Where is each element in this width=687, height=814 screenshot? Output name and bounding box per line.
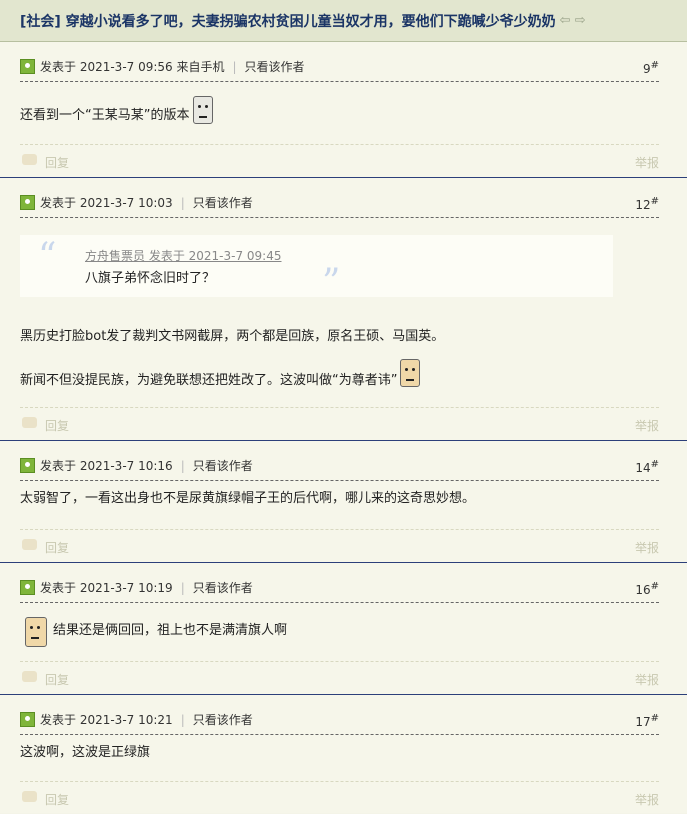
- divider: [20, 781, 659, 782]
- post-header: 发表于 2021-3-7 10:03 | 只看该作者 12#: [0, 178, 687, 222]
- post-header: 发表于 2021-3-7 10:16 | 只看该作者 14#: [0, 441, 687, 485]
- post-footer: 回复 举报: [0, 778, 687, 814]
- divider: [20, 144, 659, 145]
- reply-icon[interactable]: [22, 154, 37, 165]
- floor-number[interactable]: 9#: [643, 60, 659, 76]
- only-author-link[interactable]: 只看该作者: [193, 196, 253, 210]
- report-button[interactable]: 举报: [635, 417, 659, 434]
- reply-icon[interactable]: [22, 791, 37, 802]
- post-time: 发表于 2021-3-7 10:19: [40, 581, 173, 595]
- post-floor-9: 发表于 2021-3-7 09:56 来自手机 | 只看该作者 9# 还看到一个“王…: [0, 42, 687, 178]
- reply-button[interactable]: 回复: [45, 671, 69, 688]
- divider: [20, 407, 659, 408]
- post-time: 发表于 2021-3-7 10:16: [40, 459, 173, 473]
- divider: [20, 529, 659, 530]
- divider: [20, 734, 659, 735]
- post-floor-16: 发表于 2021-3-7 10:19 | 只看该作者 16# 结果还是俩回回，祖上也…: [0, 563, 687, 695]
- reply-icon[interactable]: [22, 671, 37, 682]
- post-meta: 发表于 2021-3-7 10:21 | 只看该作者: [40, 713, 253, 727]
- report-button[interactable]: 举报: [635, 154, 659, 171]
- report-button[interactable]: 举报: [635, 539, 659, 556]
- reply-button[interactable]: 回复: [45, 539, 69, 556]
- divider: [20, 661, 659, 662]
- reply-button[interactable]: 回复: [45, 791, 69, 808]
- floor-number[interactable]: 16#: [635, 581, 659, 597]
- post-header: 发表于 2021-3-7 10:21 | 只看该作者 17#: [0, 695, 687, 739]
- post-text: 结果还是俩回回，祖上也不是满清旗人啊: [25, 611, 667, 647]
- emoticon-icon: [193, 96, 214, 124]
- only-author-link[interactable]: 只看该作者: [245, 60, 305, 74]
- user-avatar-icon[interactable]: [20, 458, 35, 473]
- quote-block: “ 方舟售票员 发表于 2021-3-7 09:45 八旗子弟怀念旧时了？ ”: [20, 235, 613, 303]
- post-content: 这波啊，这波是正绿旗: [0, 739, 687, 778]
- only-author-link[interactable]: 只看该作者: [193, 713, 253, 727]
- divider: [20, 217, 659, 218]
- reply-button[interactable]: 回复: [45, 417, 69, 434]
- divider: [20, 480, 659, 481]
- emoticon-icon: [400, 359, 421, 387]
- post-text: 新闻不但没提民族，为避免联想还把姓改了。这波叫做“为尊者讳”: [20, 359, 667, 391]
- report-button[interactable]: 举报: [635, 791, 659, 808]
- prev-thread-icon[interactable]: ⇦: [560, 13, 571, 28]
- post-content: 太弱智了，一看这出身也不是尿黄旗绿帽子王的后代啊，哪儿来的这奇思妙想。: [0, 485, 687, 526]
- floor-number[interactable]: 12#: [635, 196, 659, 212]
- post-meta: 发表于 2021-3-7 09:56 来自手机 | 只看该作者: [40, 60, 305, 74]
- floor-number[interactable]: 17#: [635, 713, 659, 729]
- divider: [20, 81, 659, 82]
- floor-number[interactable]: 14#: [635, 459, 659, 475]
- emoticon-icon: [25, 617, 47, 647]
- next-thread-icon[interactable]: ⇨: [575, 13, 586, 28]
- post-time: 发表于 2021-3-7 09:56 来自手机: [40, 60, 225, 74]
- post-footer: 回复 举报: [0, 141, 687, 177]
- post-meta: 发表于 2021-3-7 10:16 | 只看该作者: [40, 459, 253, 473]
- post-header: 发表于 2021-3-7 09:56 来自手机 | 只看该作者 9#: [0, 42, 687, 86]
- divider: [20, 602, 659, 603]
- thread-title: [社会] 穿越小说看多了吧，夫妻拐骗农村贫困儿童当奴才用，要他们下跪喊少爷少奶奶: [20, 13, 556, 30]
- quote-author-link[interactable]: 方舟售票员 发表于 2021-3-7 09:45: [85, 247, 282, 264]
- only-author-link[interactable]: 只看该作者: [193, 581, 253, 595]
- post-header: 发表于 2021-3-7 10:19 | 只看该作者 16#: [0, 563, 687, 607]
- post-text: 黑历史打脸bot发了裁判文书网截屏，两个都是回族，原名王硕、马国英。: [20, 329, 445, 344]
- post-text: 还看到一个“王某马某”的版本: [20, 96, 667, 126]
- user-avatar-icon[interactable]: [20, 195, 35, 210]
- user-avatar-icon[interactable]: [20, 712, 35, 727]
- post-content: 还看到一个“王某马某”的版本: [0, 86, 687, 141]
- post-floor-12: 发表于 2021-3-7 10:03 | 只看该作者 12# “ 方舟售票员 发表于…: [0, 178, 687, 441]
- thread-title-bar: [社会] 穿越小说看多了吧，夫妻拐骗农村贫困儿童当奴才用，要他们下跪喊少爷少奶奶…: [0, 0, 687, 42]
- reply-icon[interactable]: [22, 539, 37, 550]
- post-content: 结果还是俩回回，祖上也不是满清旗人啊: [0, 607, 687, 658]
- report-button[interactable]: 举报: [635, 671, 659, 688]
- quote-open-icon: “: [38, 236, 57, 277]
- post-footer: 回复 举报: [0, 404, 687, 440]
- post-meta: 发表于 2021-3-7 10:19 | 只看该作者: [40, 581, 253, 595]
- user-avatar-icon[interactable]: [20, 59, 35, 74]
- thread-nav: ⇦ ⇨: [560, 13, 586, 28]
- post-time: 发表于 2021-3-7 10:03: [40, 196, 173, 210]
- reply-icon[interactable]: [22, 417, 37, 428]
- post-text: 太弱智了，一看这出身也不是尿黄旗绿帽子王的后代啊，哪儿来的这奇思妙想。: [20, 491, 476, 506]
- post-footer: 回复 举报: [0, 658, 687, 694]
- post-time: 发表于 2021-3-7 10:21: [40, 713, 173, 727]
- post-footer: 回复 举报: [0, 526, 687, 562]
- quote-text: 八旗子弟怀念旧时了？: [85, 271, 216, 286]
- only-author-link[interactable]: 只看该作者: [193, 459, 253, 473]
- user-avatar-icon[interactable]: [20, 580, 35, 595]
- post-meta: 发表于 2021-3-7 10:03 | 只看该作者: [40, 196, 253, 210]
- post-floor-17: 发表于 2021-3-7 10:21 | 只看该作者 17# 这波啊，这波是正绿旗 …: [0, 695, 687, 813]
- post-content: “ 方舟售票员 发表于 2021-3-7 09:45 八旗子弟怀念旧时了？ ” …: [0, 222, 687, 404]
- quote-close-icon: ”: [322, 262, 341, 303]
- post-text: 这波啊，这波是正绿旗: [20, 745, 151, 760]
- post-floor-14: 发表于 2021-3-7 10:16 | 只看该作者 14# 太弱智了，一看这出身也…: [0, 441, 687, 563]
- reply-button[interactable]: 回复: [45, 154, 69, 171]
